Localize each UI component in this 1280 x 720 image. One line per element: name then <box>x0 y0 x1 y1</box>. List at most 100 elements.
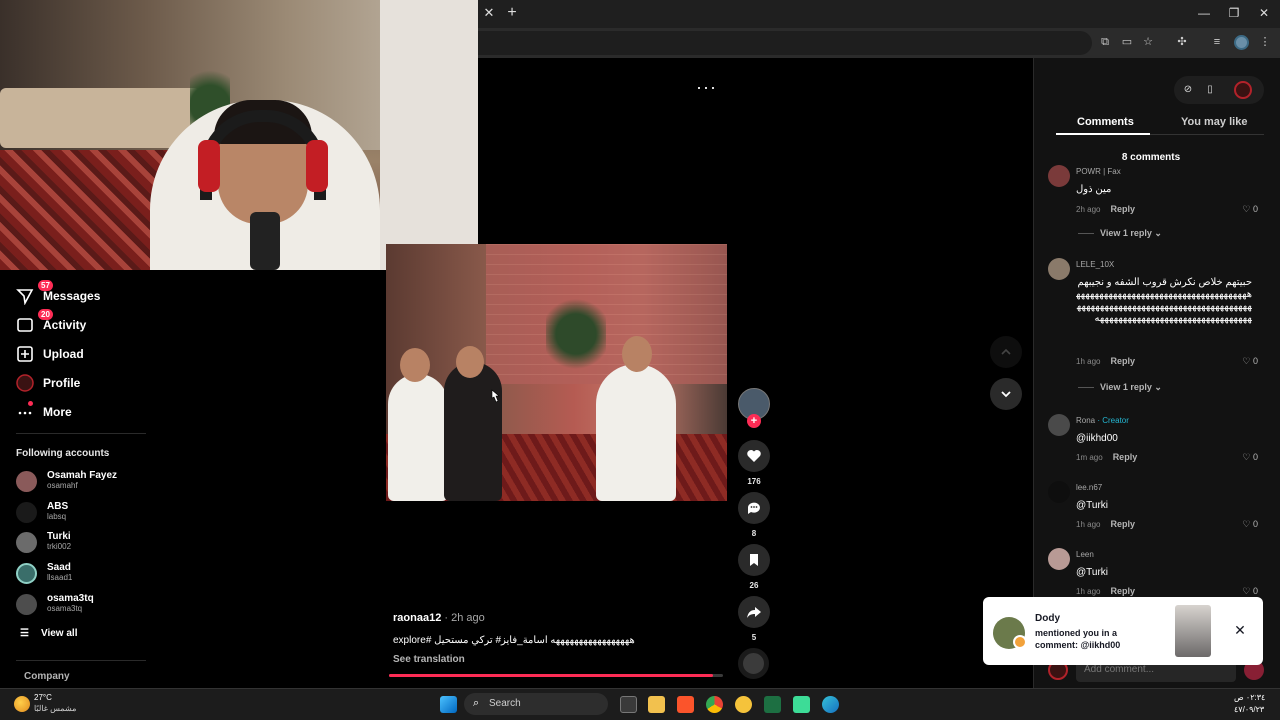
heart-icon <box>738 440 770 472</box>
comment-button[interactable]: 8 <box>738 492 770 538</box>
comment-username[interactable]: lee.n67 <box>1076 483 1102 492</box>
view-replies-button[interactable]: View 1 reply ⌄ <box>1078 228 1162 239</box>
chrome-icon[interactable] <box>706 696 723 713</box>
comment-meta: 1h ago Reply <box>1076 356 1135 366</box>
reply-button[interactable]: Reply <box>1110 204 1135 214</box>
video-more-icon[interactable]: ··· <box>696 78 716 96</box>
video-man-face <box>622 336 652 372</box>
edge-icon[interactable] <box>822 696 839 713</box>
mention-notification[interactable]: Dody mentioned you in a comment: @iikhd0… <box>983 597 1263 665</box>
save-button[interactable]: 26 <box>738 544 770 590</box>
following-account[interactable]: Saad llsaad1 <box>16 560 72 586</box>
sidebar-item-more[interactable]: More <box>16 401 72 423</box>
device-icon[interactable]: ▯ <box>1204 84 1216 96</box>
weather-sun-icon[interactable] <box>14 696 30 712</box>
active-tab-indicator <box>1056 133 1150 135</box>
see-translation-link[interactable]: See translation <box>393 654 465 665</box>
follow-plus-icon[interactable]: + <box>747 414 761 428</box>
sidebar-item-profile[interactable]: Profile <box>16 372 80 394</box>
restore-icon[interactable]: ❐ <box>1227 6 1241 20</box>
divider <box>1078 387 1094 389</box>
app-icon[interactable] <box>793 696 810 713</box>
comment-like[interactable]: ♡ 0 <box>1242 356 1258 367</box>
new-tab-icon[interactable]: + <box>505 5 519 21</box>
window-close-icon[interactable]: ✕ <box>1257 6 1271 20</box>
following-account[interactable]: Turki trki002 <box>16 529 71 555</box>
avatar[interactable] <box>1048 481 1070 503</box>
comment-count: 8 <box>751 529 757 538</box>
view-replies-button[interactable]: View 1 reply ⌄ <box>1078 382 1162 393</box>
sidebar-item-activity[interactable]: 20 Activity <box>16 309 86 336</box>
sidebar-item-label: Profile <box>43 376 81 390</box>
following-account[interactable]: Osamah Fayez osamahf <box>16 468 117 494</box>
translate-icon[interactable]: ⧉ <box>1098 35 1112 49</box>
app-icon[interactable] <box>735 696 752 713</box>
account-name: Osamah Fayez <box>47 470 118 481</box>
search-icon: ⌕ <box>473 697 480 709</box>
video-author[interactable]: raonaa12 · 2h ago <box>393 612 485 624</box>
sidebar-item-upload[interactable]: Upload <box>16 343 84 365</box>
clock-time[interactable]: ٠٢:٣٤ ص <box>1234 693 1265 702</box>
music-disc[interactable] <box>738 648 769 679</box>
video-progress-bar[interactable] <box>389 674 723 677</box>
previous-video-button[interactable] <box>990 336 1022 368</box>
menu-kebab-icon[interactable]: ⋮ <box>1258 35 1272 49</box>
close-icon[interactable]: ✕ <box>1233 623 1247 637</box>
comment-text: @Turki <box>1076 567 1109 578</box>
comment-username[interactable]: POWR | Fax <box>1076 167 1121 176</box>
comment-username[interactable]: Rona · Creator <box>1076 416 1129 425</box>
share-button[interactable]: 5 <box>738 596 770 642</box>
taskbar-search[interactable] <box>464 693 608 715</box>
bookmark-star-icon[interactable]: ☆ <box>1141 35 1155 49</box>
company-link[interactable]: Company <box>24 671 70 682</box>
address-bar[interactable] <box>478 31 1092 55</box>
comment-username[interactable]: LELE_10X <box>1076 260 1114 269</box>
comment-like[interactable]: ♡ 0 <box>1242 452 1258 463</box>
cast-icon[interactable]: ▭ <box>1120 35 1134 49</box>
avatar[interactable] <box>1048 414 1070 436</box>
reply-button[interactable]: Reply <box>1113 452 1138 462</box>
like-button[interactable]: 176 <box>738 440 770 486</box>
following-account[interactable]: osama3tq osama3tq <box>16 591 94 617</box>
task-view-icon[interactable] <box>620 696 637 713</box>
comment-like[interactable]: ♡ 0 <box>1242 204 1258 215</box>
extensions-icon[interactable]: ✣ <box>1175 35 1189 49</box>
messages-badge: 57 <box>38 280 53 291</box>
comment-like-count: 0 <box>1252 204 1258 214</box>
comment-text: @Turki <box>1076 500 1109 511</box>
comment-username[interactable]: Leen <box>1076 550 1094 559</box>
reply-button[interactable]: Reply <box>1110 356 1135 366</box>
close-tab-icon[interactable]: ✕ <box>482 6 496 20</box>
tab-you-may-like[interactable]: You may like <box>1181 116 1247 128</box>
account-name: Turki <box>47 531 71 542</box>
avatar[interactable] <box>1048 258 1070 280</box>
view-reply-label: View 1 reply <box>1100 382 1152 392</box>
comment-like[interactable]: ♡ 0 <box>1242 586 1258 597</box>
media-icon[interactable]: ≡ <box>1210 35 1224 49</box>
compass-icon[interactable]: ⊘ <box>1182 84 1194 96</box>
profile-avatar[interactable] <box>1234 35 1249 50</box>
avatar[interactable] <box>1048 165 1070 187</box>
tab-comments[interactable]: Comments <box>1077 116 1134 128</box>
weather-condition: مشمس غالبًا <box>34 704 77 713</box>
account-handle: trki002 <box>47 542 72 551</box>
avatar[interactable] <box>1048 548 1070 570</box>
following-account[interactable]: ABS labsq <box>16 499 68 525</box>
user-avatar[interactable] <box>1234 81 1252 99</box>
next-video-button[interactable] <box>990 378 1022 410</box>
comment-like[interactable]: ♡ 0 <box>1242 519 1258 530</box>
windows-start-icon[interactable] <box>440 696 457 713</box>
comment-meta: 1m ago Reply <box>1076 452 1137 462</box>
sidebar-item-messages[interactable]: 57 Messages <box>16 280 100 307</box>
view-all-link[interactable]: ☰ View all <box>20 628 77 639</box>
excel-icon[interactable] <box>764 696 781 713</box>
video-player[interactable] <box>386 244 727 501</box>
minimize-icon[interactable]: — <box>1197 6 1211 20</box>
reply-button[interactable]: Reply <box>1110 586 1135 596</box>
brave-browser-icon[interactable] <box>677 696 694 713</box>
reply-button[interactable]: Reply <box>1110 519 1135 529</box>
divider <box>16 433 146 434</box>
comment-item: LELE_10X حبيتهم خلاص نكرش قروب الشفه و ن… <box>1048 258 1258 398</box>
clock-date[interactable]: ٤٧/٠٩/٢٣ <box>1234 705 1264 714</box>
file-explorer-icon[interactable] <box>648 696 665 713</box>
